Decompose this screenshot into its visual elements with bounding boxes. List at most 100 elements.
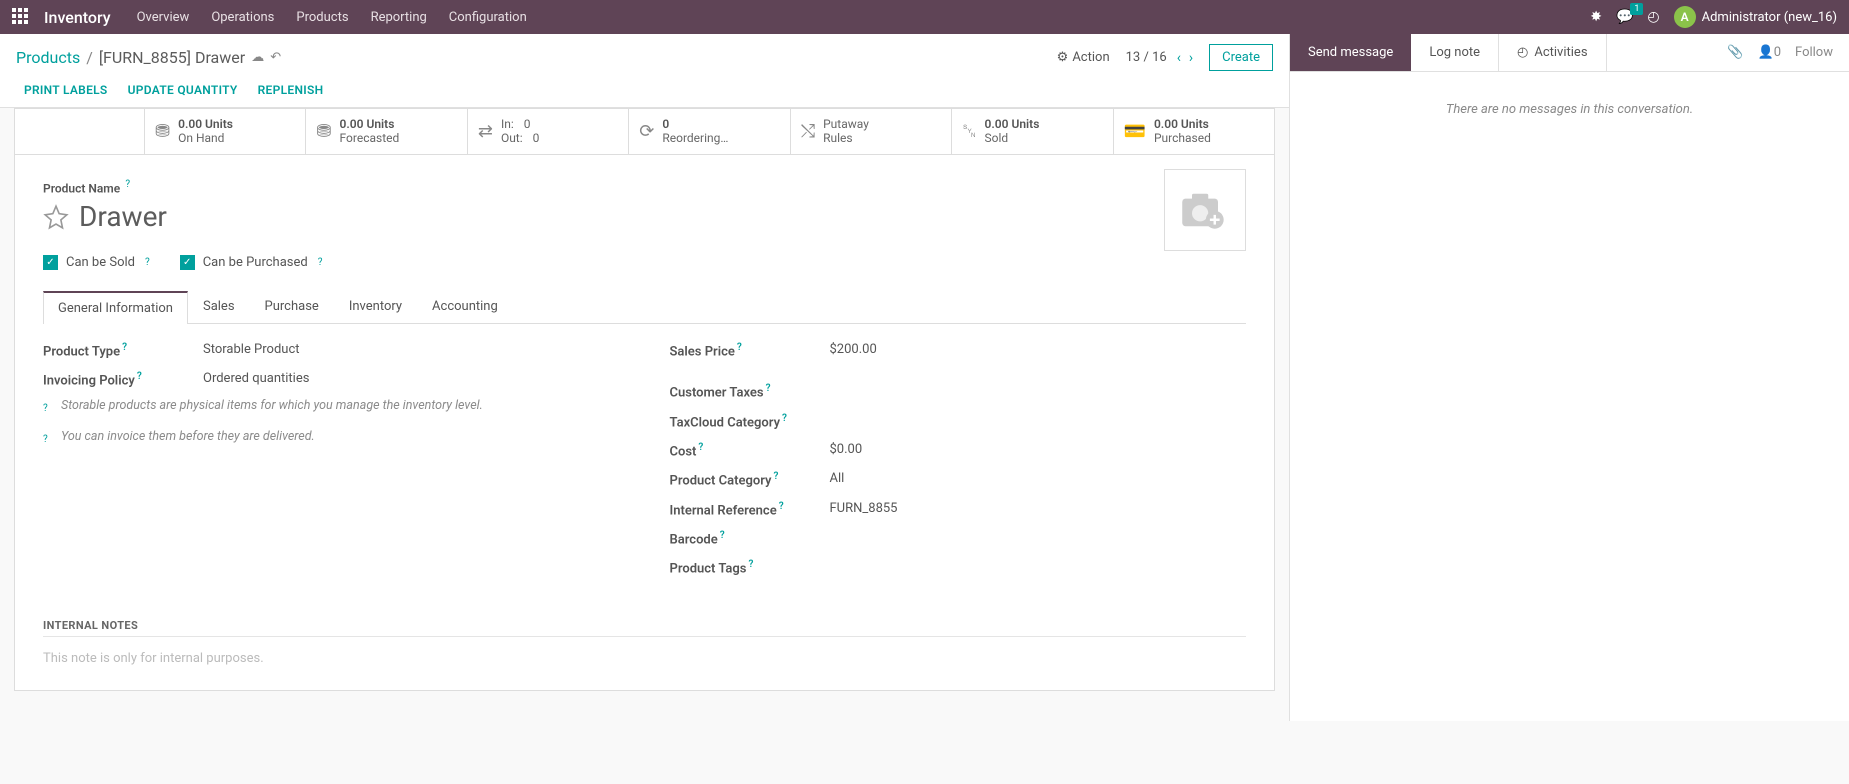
can-be-purchased-checkbox[interactable]: ✓ (180, 255, 195, 270)
messages-icon[interactable]: 💬1 (1616, 9, 1633, 25)
product-type-label: Product Type (43, 344, 120, 359)
breadcrumb-root[interactable]: Products (16, 48, 80, 67)
create-button[interactable]: Create (1209, 44, 1273, 71)
can-be-sold-checkbox[interactable]: ✓ (43, 255, 58, 270)
messages-badge: 1 (1630, 3, 1643, 15)
nav-reporting[interactable]: Reporting (371, 10, 427, 25)
pager-prev-icon[interactable]: ‹ (1177, 50, 1181, 66)
stat-buttons: ⛃ 0.00 UnitsOn Hand ⛃ 0.00 UnitsForecast… (15, 109, 1274, 155)
stat-sold[interactable]: ␖ 0.00 UnitsSold (952, 109, 1113, 154)
clock-icon: ◴ (1517, 45, 1528, 60)
top-navbar: Inventory Overview Operations Products R… (0, 0, 1849, 34)
app-title[interactable]: Inventory (44, 8, 111, 27)
nav-products[interactable]: Products (296, 10, 348, 25)
invoicing-hint: You can invoice them before they are del… (61, 428, 315, 447)
help-icon[interactable]: ? (43, 432, 61, 447)
product-category-value[interactable]: All (830, 471, 845, 488)
chart-icon: ␖ (962, 121, 976, 142)
camera-plus-icon (1179, 190, 1231, 230)
help-icon[interactable]: ? (774, 471, 779, 482)
can-be-sold-label: Can be Sold (66, 255, 135, 270)
cloud-upload-icon[interactable]: ☁ (251, 50, 264, 65)
breadcrumb-separator: / (86, 48, 93, 67)
pager-next-icon[interactable]: › (1189, 50, 1193, 66)
taxcloud-label: TaxCloud Category (670, 415, 781, 430)
nav-menu: Overview Operations Products Reporting C… (137, 10, 527, 25)
help-icon[interactable]: ? (125, 179, 130, 190)
activities-clock-icon[interactable]: ◴ (1647, 9, 1659, 25)
help-icon[interactable]: ? (779, 501, 784, 512)
help-icon[interactable]: ? (766, 383, 771, 394)
help-icon[interactable]: ? (318, 257, 323, 268)
stat-forecasted[interactable]: ⛃ 0.00 UnitsForecasted (306, 109, 467, 154)
discard-icon[interactable]: ↶ (270, 50, 281, 65)
tab-inventory[interactable]: Inventory (334, 290, 417, 323)
pager: 13 / 16 ‹ › (1126, 50, 1194, 66)
follow-button[interactable]: Follow (1795, 45, 1833, 60)
help-icon[interactable]: ? (145, 257, 150, 268)
internal-notes-input[interactable]: This note is only for internal purposes. (43, 637, 1246, 666)
customer-taxes-label: Customer Taxes (670, 386, 764, 401)
favorite-star-icon[interactable] (43, 204, 69, 230)
stat-purchased[interactable]: 💳 0.00 UnitsPurchased (1114, 109, 1274, 154)
nav-operations[interactable]: Operations (211, 10, 274, 25)
cubes-icon: ⛃ (316, 121, 331, 142)
tab-purchase[interactable]: Purchase (250, 290, 334, 323)
cost-label: Cost (670, 444, 697, 459)
internal-reference-value[interactable]: FURN_8855 (830, 501, 898, 518)
help-icon[interactable]: ? (122, 342, 127, 353)
help-icon[interactable]: ? (737, 342, 742, 353)
can-be-purchased-label: Can be Purchased (203, 255, 308, 270)
attachment-icon[interactable]: 📎 (1727, 45, 1743, 60)
activities-button[interactable]: ◴ Activities (1498, 34, 1607, 71)
print-labels-button[interactable]: Print Labels (24, 83, 108, 97)
product-image-upload[interactable] (1164, 169, 1246, 251)
user-name: Administrator (new_16) (1702, 10, 1837, 25)
product-type-value[interactable]: Storable Product (203, 342, 300, 359)
help-icon[interactable]: ? (782, 413, 787, 424)
control-panel: Products / [FURN_8855] Drawer ☁ ↶ ⚙ Acti… (0, 34, 1289, 108)
replenish-button[interactable]: Replenish (258, 83, 324, 97)
random-icon: ⤭ (801, 121, 815, 142)
help-icon[interactable]: ? (748, 559, 753, 570)
product-name-label: Product Name (43, 181, 120, 195)
stat-in-out[interactable]: ⇄ In:0 Out:0 (468, 109, 629, 154)
nav-overview[interactable]: Overview (137, 10, 190, 25)
log-note-button[interactable]: Log note (1411, 34, 1498, 71)
internal-notes-header: INTERNAL NOTES (43, 619, 1246, 637)
gear-icon: ⚙ (1057, 50, 1069, 65)
apps-icon[interactable] (12, 8, 30, 26)
product-title[interactable]: Drawer (79, 200, 167, 233)
tab-general-information[interactable]: General Information (43, 291, 188, 324)
stat-putaway[interactable]: ⤭ PutawayRules (791, 109, 952, 154)
debug-icon[interactable]: ✸ (1590, 9, 1602, 25)
tab-accounting[interactable]: Accounting (417, 290, 513, 323)
help-icon[interactable]: ? (137, 371, 142, 382)
invoicing-policy-value[interactable]: Ordered quantities (203, 371, 309, 388)
send-message-button[interactable]: Send message (1290, 34, 1411, 71)
pager-current: 13 (1126, 50, 1141, 65)
internal-reference-label: Internal Reference (670, 503, 777, 518)
invoicing-policy-label: Invoicing Policy (43, 374, 135, 389)
sales-price-value[interactable]: $200.00 (830, 342, 877, 359)
update-quantity-button[interactable]: Update Quantity (128, 83, 238, 97)
breadcrumb: Products / [FURN_8855] Drawer ☁ ↶ (16, 48, 281, 67)
action-dropdown[interactable]: ⚙ Action (1057, 50, 1110, 65)
cubes-icon: ⛃ (155, 121, 170, 142)
cost-value[interactable]: $0.00 (830, 442, 863, 459)
help-icon[interactable]: ? (720, 530, 725, 541)
form-tabs: General Information Sales Purchase Inven… (43, 290, 1246, 324)
stat-reordering[interactable]: ⟳ 0Reordering… (629, 109, 790, 154)
tab-sales[interactable]: Sales (188, 290, 250, 323)
user-menu[interactable]: A Administrator (new_16) (1674, 6, 1837, 28)
credit-card-icon: 💳 (1124, 121, 1146, 142)
stat-on-hand[interactable]: ⛃ 0.00 UnitsOn Hand (145, 109, 306, 154)
followers-count[interactable]: 👤0 (1758, 45, 1782, 60)
product-category-label: Product Category (670, 474, 772, 489)
nav-configuration[interactable]: Configuration (449, 10, 527, 25)
help-icon[interactable]: ? (43, 401, 61, 416)
product-tags-label: Product Tags (670, 562, 747, 577)
help-icon[interactable]: ? (698, 442, 703, 453)
stat-spacer (15, 109, 145, 154)
barcode-label: Barcode (670, 532, 718, 547)
